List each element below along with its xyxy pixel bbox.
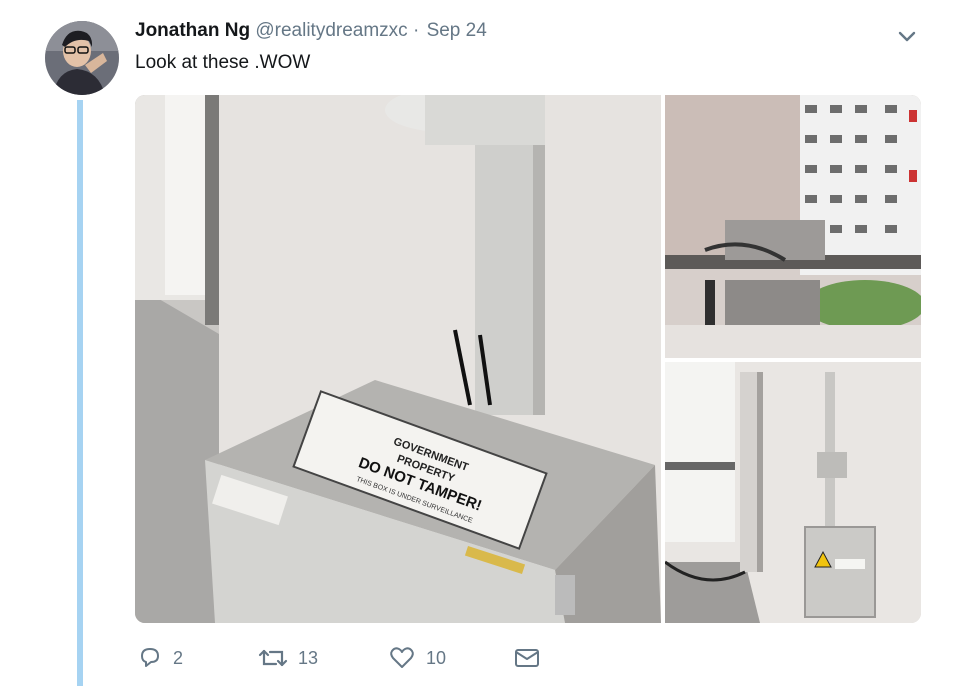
separator: · — [412, 20, 420, 41]
author-handle[interactable]: @realitydreamzxc — [255, 20, 407, 41]
photo-1-image: GOVERNMENT PROPERTY DO NOT TAMPER! THIS … — [135, 95, 661, 623]
like-count: 10 — [426, 647, 447, 668]
reply-icon — [141, 648, 159, 667]
reply-button[interactable]: 2 — [137, 645, 183, 671]
chevron-down-icon — [898, 31, 916, 42]
photo-2-image — [665, 95, 921, 358]
retweet-button[interactable]: 13 — [258, 645, 318, 671]
reply-count: 2 — [173, 647, 184, 668]
media-grid: GOVERNMENT PROPERTY DO NOT TAMPER! THIS … — [135, 95, 921, 623]
retweet-icon — [258, 649, 288, 667]
photo-3[interactable] — [665, 362, 921, 623]
thread-line — [77, 100, 83, 686]
photo-1[interactable]: GOVERNMENT PROPERTY DO NOT TAMPER! THIS … — [135, 95, 661, 623]
tweet-date[interactable]: Sep 24 — [427, 20, 487, 41]
tweet-actions: 2 13 10 — [0, 645, 960, 675]
avatar[interactable] — [45, 21, 119, 95]
avatar-image — [45, 21, 119, 95]
tweet-text: Look at these .WOW — [135, 52, 311, 73]
photo-2[interactable] — [665, 95, 921, 358]
like-button[interactable]: 10 — [388, 645, 446, 671]
more-menu-button[interactable] — [895, 24, 919, 48]
heart-icon — [390, 647, 414, 668]
author-name[interactable]: Jonathan Ng — [135, 20, 250, 41]
retweet-count: 13 — [298, 647, 319, 668]
tweet-header: Jonathan Ng @realitydreamzxc · Sep 24 — [135, 20, 487, 42]
direct-message-button[interactable] — [514, 645, 550, 671]
envelope-icon — [515, 649, 539, 667]
photo-3-image — [665, 362, 921, 623]
